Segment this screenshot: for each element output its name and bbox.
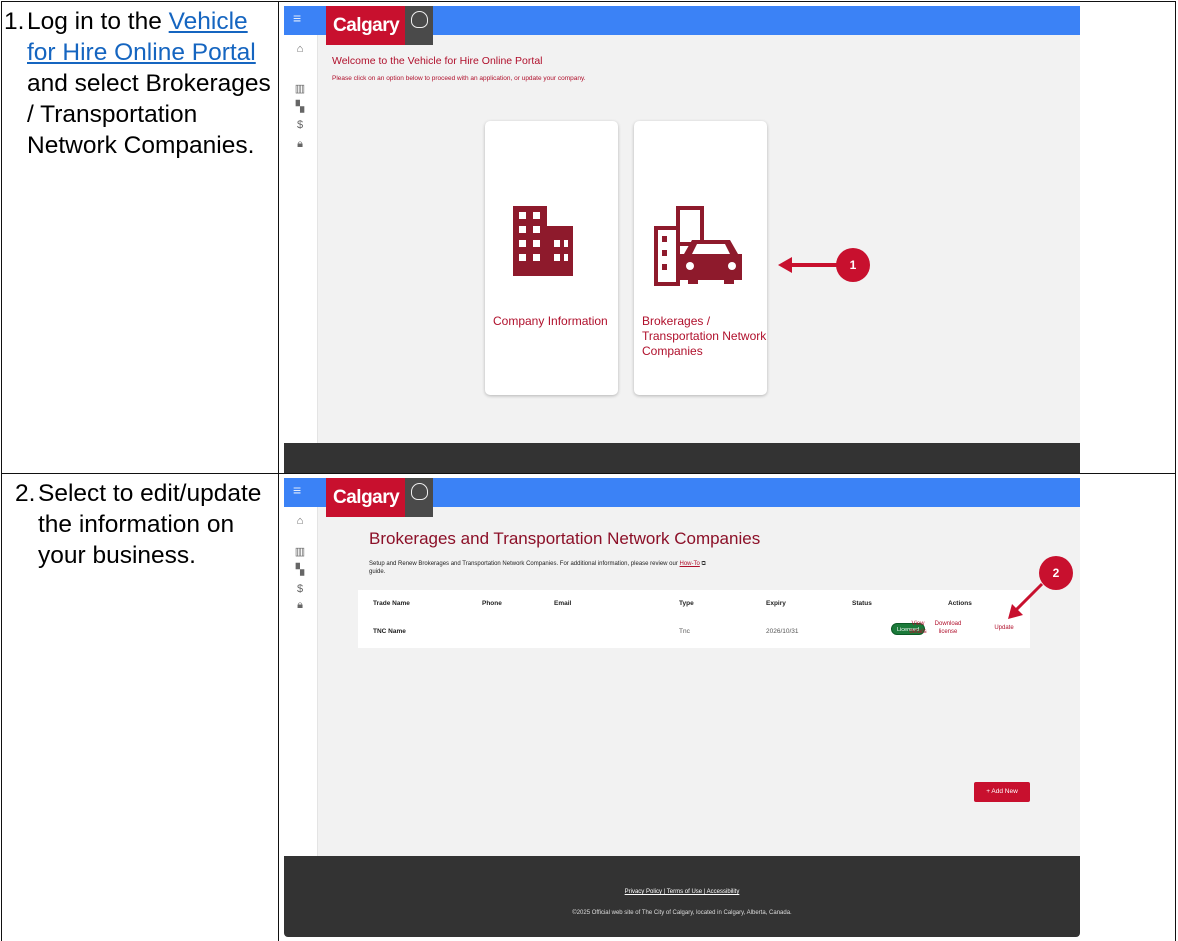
calgary-logo[interactable]: Calgary [326,6,434,45]
description-suffix: guide. [369,569,386,575]
page-description: Setup and Renew Brokerages and Transport… [369,560,709,576]
footer-copyright: ©2025 Official web site of The City of C… [572,910,792,916]
column-header: Trade Name [373,600,410,607]
crest-icon [405,6,434,45]
footer-links-text[interactable]: Privacy Policy | Terms of Use | Accessib… [625,889,740,895]
portal-footer [284,443,1080,473]
add-new-button[interactable]: + Add New [974,782,1030,802]
brokerages-tnc-card[interactable]: Brokerages / Transportation Network Comp… [634,121,767,395]
expiry-cell: 2026/10/31 [766,628,799,635]
download-license-link[interactable]: Download license [933,620,963,636]
portal-screenshot: ≡ Calgary ⌂ ▥ ▚ $ 🔒︎ Welcome to the Vehi… [284,6,1080,473]
car-building-icon[interactable]: ▚ [292,100,308,113]
step-2-number: 2. [15,480,36,507]
home-icon[interactable]: ⌂ [292,515,308,527]
brokerages-table: Trade Name Phone Email Type Expiry Statu… [358,590,1030,648]
page-title: Brokerages and Transportation Network Co… [369,529,761,548]
column-header: Status [852,600,872,607]
building-icon[interactable]: ▥ [292,82,308,95]
lock-icon[interactable]: 🔒︎ [292,138,308,151]
welcome-subtitle: Please click on an option below to proce… [332,75,586,82]
column-header: Email [554,600,572,607]
card-label: Company Information [493,314,608,328]
trade-name-cell: TNC Name [373,628,406,635]
arrow-annotation [778,257,838,273]
building-icon [513,206,573,276]
home-icon[interactable]: ⌂ [292,43,308,55]
hamburger-menu-icon[interactable]: ≡ [293,482,301,498]
view-details-link[interactable]: View details [906,620,930,636]
callout-2-badge: 2 [1039,556,1073,590]
update-link[interactable]: Update [991,624,1017,632]
car-building-icon[interactable]: ▚ [292,563,308,576]
sidebar: ⌂ ▥ ▚ $ 🔒︎ [284,35,318,473]
site-footer: Privacy Policy | Terms of Use | Accessib… [284,856,1080,937]
column-header: Type [679,600,694,607]
welcome-title: Welcome to the Vehicle for Hire Online P… [332,55,543,67]
external-link-icon: ⧉ [701,561,706,567]
logo-text: Calgary [326,478,406,517]
step-2-text: Select to edit/update the information on… [38,480,262,569]
description-prefix: Setup and Renew Brokerages and Transport… [369,561,678,567]
step-2-instruction: 2. Select to edit/update the information… [15,478,278,571]
card-label: Brokerages / Transportation Network Comp… [642,314,767,358]
footer-links[interactable]: Privacy Policy | Terms of Use | Accessib… [284,889,1080,895]
brokerages-screenshot: ≡ Calgary ⌂ ▥ ▚ $ 🔒︎ Brokerages and Tran… [284,478,1080,937]
logo-text: Calgary [326,6,406,45]
arrow-annotation [1008,582,1044,619]
dollar-icon[interactable]: $ [292,583,308,595]
building-car-icon [654,206,742,286]
instruction-table: 1. Log in to the Vehicle for Hire Online… [0,0,1178,941]
column-header: Expiry [766,600,786,607]
dollar-icon[interactable]: $ [292,119,308,131]
column-header: Actions [948,600,972,607]
lock-icon[interactable]: 🔒︎ [292,599,308,612]
step-1-number: 1. [4,8,25,35]
howto-link[interactable]: How-To [680,561,700,567]
step-1-text-after: and select Brokerages / Transportation N… [27,70,271,159]
type-cell: Tnc [679,628,690,635]
callout-1-badge: 1 [836,248,870,282]
step-1-instruction: 1. Log in to the Vehicle for Hire Online… [4,6,277,161]
sidebar: ⌂ ▥ ▚ $ 🔒︎ [284,507,318,856]
step-1-text-before: Log in to the [27,8,162,35]
column-header: Phone [482,600,502,607]
company-information-card[interactable]: Company Information [485,121,618,395]
hamburger-menu-icon[interactable]: ≡ [293,10,301,26]
crest-icon [405,478,434,517]
building-icon[interactable]: ▥ [292,545,308,558]
calgary-logo[interactable]: Calgary [326,478,434,517]
